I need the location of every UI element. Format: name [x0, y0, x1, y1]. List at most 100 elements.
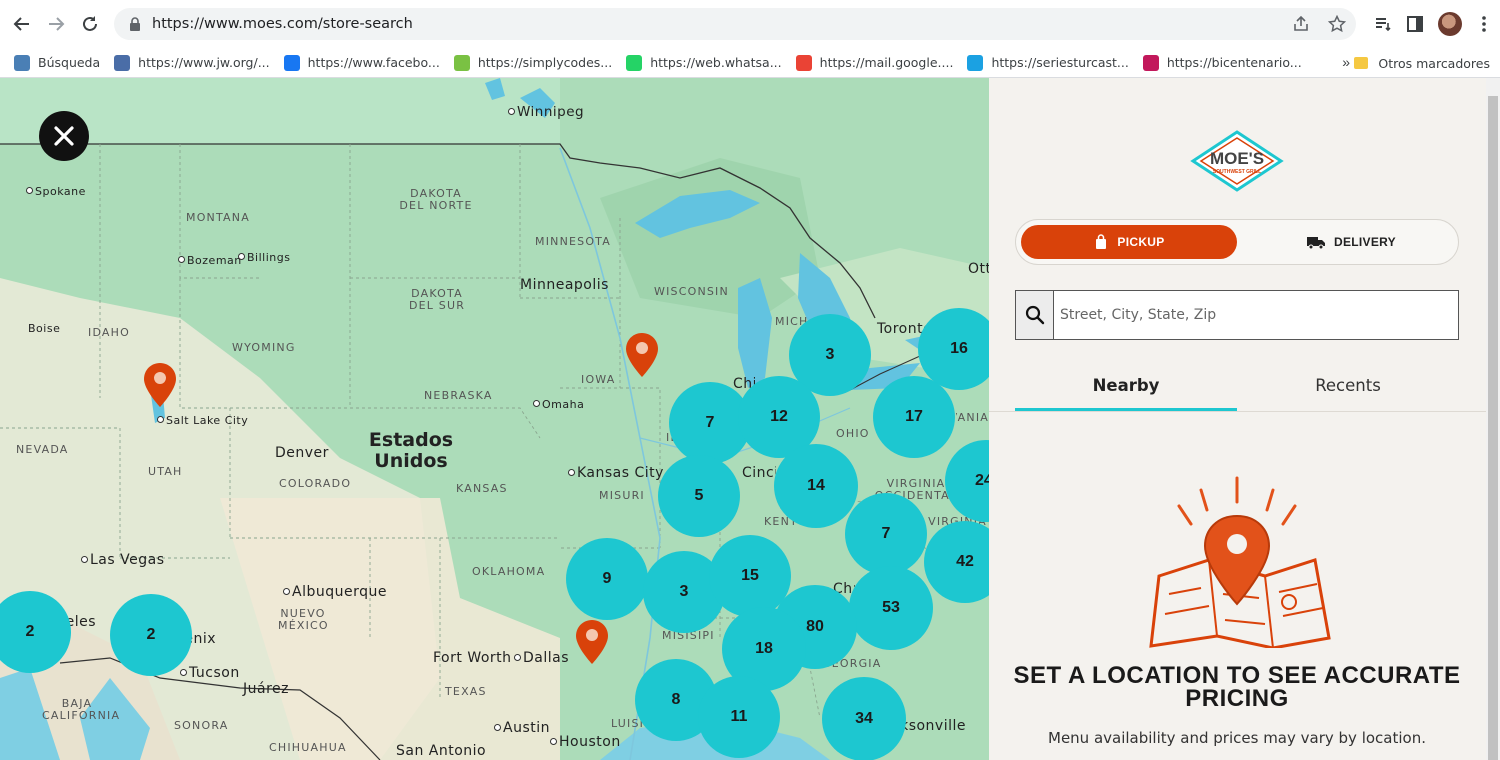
- store-pin-icon[interactable]: [575, 619, 609, 665]
- forward-button[interactable]: [40, 8, 72, 40]
- tab-divider: [989, 411, 1486, 412]
- store-cluster[interactable]: 17: [873, 376, 955, 458]
- map-city-label: Minneapolis: [520, 277, 609, 293]
- store-cluster[interactable]: 34: [822, 677, 906, 760]
- map-city-label: Fort Worth: [433, 650, 512, 666]
- bookmarks-bar: Búsqueda https://www.jw.org/... https://ww…: [0, 48, 1500, 78]
- location-search-input[interactable]: [1054, 291, 1458, 339]
- map-city-label: Tucson: [180, 665, 240, 681]
- more-bookmarks-button[interactable]: »: [1342, 54, 1350, 70]
- store-cluster[interactable]: 7: [845, 493, 927, 575]
- store-cluster[interactable]: 2: [110, 594, 192, 676]
- share-icon[interactable]: [1292, 15, 1310, 33]
- pickup-button[interactable]: PICKUP: [1021, 225, 1237, 259]
- bookmark-item[interactable]: https://mail.google....: [795, 54, 954, 71]
- map-city-label: Denver: [275, 445, 329, 461]
- tab-recents[interactable]: Recents: [1237, 368, 1459, 412]
- map-city-label: Jacksonville: [898, 718, 966, 734]
- url-text: https://www.moes.com/store-search: [152, 16, 413, 32]
- back-button[interactable]: [6, 8, 38, 40]
- bookmark-label: https://www.jw.org/...: [138, 55, 270, 70]
- map-state-label: NEBRASKA: [424, 389, 493, 402]
- map-state-label: KANSAS: [456, 482, 508, 495]
- map-city-label: Dallas: [514, 650, 569, 666]
- map-state-label: OKLAHOMA: [472, 565, 546, 578]
- map-state-label: WYOMING: [232, 341, 296, 354]
- page-scrollbar[interactable]: [1486, 78, 1500, 760]
- close-map-button[interactable]: [39, 111, 89, 161]
- bookmark-label: https://simplycodes...: [477, 55, 613, 70]
- map-state-label: TEXAS: [445, 685, 487, 698]
- bookmark-star-icon[interactable]: [1328, 15, 1346, 33]
- bookmark-item[interactable]: Búsqueda: [14, 54, 100, 71]
- store-pin-icon[interactable]: [625, 332, 659, 378]
- bicentenario-icon: [1142, 54, 1159, 71]
- bookmark-label: https://mail.google....: [819, 55, 954, 70]
- map-state-label: IOWA: [581, 373, 616, 386]
- side-panel-icon[interactable]: [1406, 15, 1424, 33]
- other-bookmarks-label: Otros marcadores: [1378, 55, 1490, 71]
- location-search: [1015, 290, 1459, 340]
- store-pin-icon[interactable]: [143, 362, 177, 408]
- arrow-left-icon: [13, 17, 29, 31]
- store-cluster[interactable]: 5: [658, 455, 740, 537]
- delivery-button[interactable]: DELIVERY: [1248, 225, 1454, 259]
- map-state-label: BAJA CALIFORNIA: [42, 697, 121, 722]
- map-state-label: LUISIANA: [611, 718, 643, 730]
- reading-list-icon[interactable]: [1374, 15, 1392, 33]
- menu-kebab-icon[interactable]: [1476, 15, 1492, 33]
- close-icon: [54, 126, 74, 146]
- order-mode-toggle: PICKUP DELIVERY: [1015, 219, 1459, 265]
- search-lens-icon: [14, 54, 30, 71]
- reload-button[interactable]: [74, 8, 106, 40]
- map-state-label: UTAH: [148, 465, 183, 478]
- scrollbar-thumb[interactable]: [1488, 96, 1498, 760]
- store-map[interactable]: DAKOTA DEL NORTE MONTANA MINNESOTA DAKOT…: [0, 78, 989, 760]
- bookmark-label: https://www.facebo...: [307, 55, 440, 70]
- gmail-icon: [795, 54, 812, 71]
- bookmark-item[interactable]: https://seriesturcast...: [967, 54, 1129, 71]
- empty-state-subtitle: Menu availability and prices may vary by…: [1048, 729, 1426, 747]
- profile-avatar[interactable]: [1438, 12, 1462, 36]
- map-city-label: Los Ángeles: [68, 614, 96, 630]
- facebook-icon: [283, 54, 300, 71]
- lock-icon: [130, 17, 140, 31]
- map-state-label: IDAHO: [88, 326, 130, 339]
- map-city-label: Phoenix: [190, 631, 216, 647]
- map-state-label: NUEVO MÉXICO: [278, 607, 329, 632]
- map-city-label: Cincinnati: [742, 465, 776, 481]
- whatsapp-icon: [626, 54, 643, 71]
- bookmark-item[interactable]: https://bicentenario...: [1142, 54, 1302, 71]
- store-cluster[interactable]: 9: [566, 538, 648, 620]
- map-state-label: DAKOTA DEL NORTE: [399, 187, 473, 212]
- map-state-label: PENSILVANIA: [956, 412, 989, 424]
- bookmark-item[interactable]: https://web.whatsa...: [626, 54, 782, 71]
- map-city-label: San Antonio: [396, 743, 487, 759]
- delivery-label: DELIVERY: [1334, 235, 1396, 249]
- map-state-label: OHIO: [836, 427, 870, 440]
- bookmark-item[interactable]: https://www.facebo...: [283, 54, 440, 71]
- bookmark-item[interactable]: https://simplycodes...: [453, 54, 613, 71]
- search-button[interactable]: [1016, 291, 1054, 339]
- map-country-label: Estados Unidos: [368, 429, 454, 472]
- moes-logo[interactable]: MOE'S SOUTHWEST GRILL: [1189, 130, 1285, 192]
- store-cluster[interactable]: 14: [774, 444, 858, 528]
- reload-icon: [83, 16, 97, 31]
- bookmark-item[interactable]: https://www.jw.org/...: [114, 54, 270, 71]
- store-cluster[interactable]: 53: [849, 566, 933, 650]
- map-city-label: Houston: [550, 734, 621, 750]
- map-state-label: MINNESOTA: [535, 235, 611, 248]
- map-city-label: Bozeman: [178, 254, 242, 267]
- arrow-right-icon: [49, 17, 65, 31]
- results-tabs: Nearby Recents: [1015, 368, 1459, 412]
- map-location-illustration: [1149, 476, 1331, 648]
- other-bookmarks[interactable]: Otros marcadores: [1354, 48, 1490, 78]
- map-state-label: DAKOTA DEL SUR: [408, 287, 466, 312]
- address-bar[interactable]: https://www.moes.com/store-search: [114, 8, 1356, 40]
- store-cluster[interactable]: 11: [698, 676, 780, 758]
- tab-nearby[interactable]: Nearby: [1015, 368, 1237, 412]
- map-state-label: MISURI: [599, 489, 645, 502]
- map-city-label: Ottawa: [968, 261, 989, 277]
- folder-icon: [1354, 57, 1369, 69]
- bookmark-label: https://bicentenario...: [1166, 55, 1302, 70]
